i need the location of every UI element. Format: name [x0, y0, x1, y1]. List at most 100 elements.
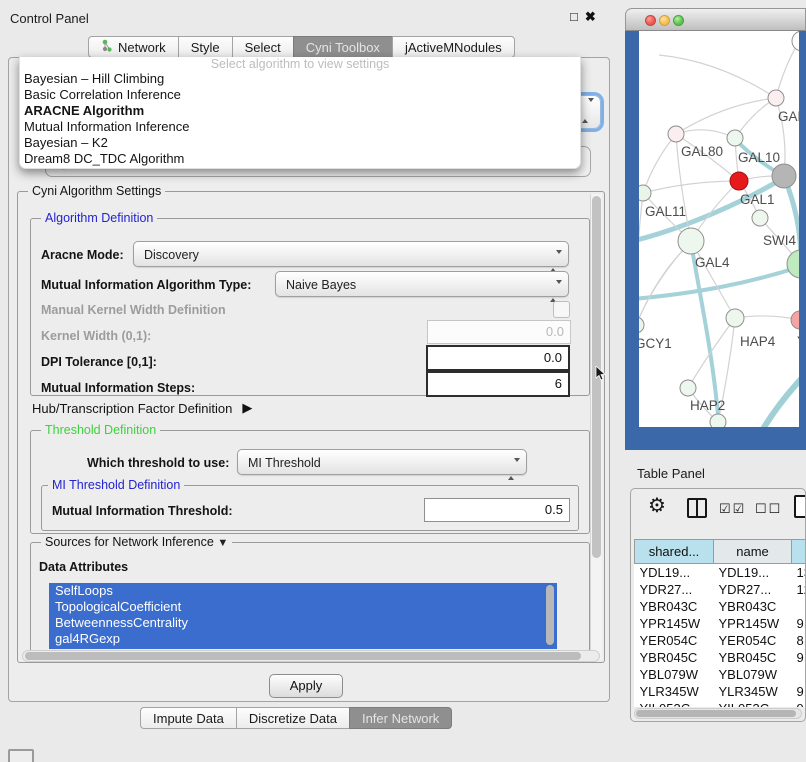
network-canvas[interactable]: GALGAL80GAL10GAL1GAL11GAL4SWI4GCY1HAP4YH…	[639, 31, 799, 427]
scrollbar-thumb[interactable]	[25, 652, 581, 660]
table-row[interactable]: YBL079WYBL079W	[635, 666, 806, 683]
sources-group: Sources for Network Inference ▼ Data Att…	[30, 542, 590, 654]
dropdown-item[interactable]: ARACNE Algorithm	[20, 103, 580, 119]
dropdown-item[interactable]: Bayesian – Hill Climbing	[20, 71, 580, 87]
network-node[interactable]	[639, 317, 644, 333]
table-row[interactable]: YBR045CYBR045C9.	[635, 649, 806, 666]
network-node[interactable]	[639, 185, 651, 201]
network-node[interactable]	[772, 164, 796, 188]
column-header[interactable]: name	[714, 540, 792, 564]
which-threshold-combobox[interactable]: MI Threshold	[237, 449, 527, 475]
tab-style[interactable]: Style	[178, 36, 232, 58]
table-row[interactable]: YER054CYER054C8.	[635, 632, 806, 649]
which-threshold-label: Which threshold to use:	[87, 456, 229, 470]
table-row[interactable]: YLR345WYLR345W9.	[635, 683, 806, 700]
table-cell: YIL053C	[714, 700, 792, 707]
close-panel-icon[interactable]: ✖	[585, 9, 596, 25]
control-panel-window-buttons: □ ✖	[570, 9, 596, 25]
zoom-window-icon[interactable]	[673, 15, 684, 26]
attribute-list-item[interactable]: SelfLoops	[49, 583, 557, 599]
network-node[interactable]	[727, 130, 743, 146]
table-cell: YDL19...	[635, 564, 714, 582]
list-scrollbar-thumb[interactable]	[546, 585, 554, 645]
hub-definition-expander[interactable]: Hub/Transcription Factor Definition ▶	[32, 400, 252, 416]
network-node[interactable]	[726, 309, 744, 327]
network-node[interactable]	[792, 31, 799, 51]
table-cell: YBR045C	[635, 649, 714, 666]
mi-threshold-group: MI Threshold Definition Mutual Informati…	[41, 485, 579, 531]
attribute-list-item[interactable]: gal4RGexp	[49, 631, 557, 647]
table-row[interactable]: YDL19...YDL19...13	[635, 564, 806, 582]
dpi-tolerance-input[interactable]: 0.0	[426, 345, 570, 371]
attribute-list-item[interactable]: TopologicalCoefficient	[49, 599, 557, 615]
close-window-icon[interactable]	[645, 15, 656, 26]
node-label: GAL80	[681, 144, 723, 159]
dropdown-item[interactable]: Bayesian – K2	[20, 135, 580, 151]
combo-stepper-icon	[550, 248, 560, 261]
threshold-definition-title: Threshold Definition	[41, 423, 160, 437]
mi-steps-input[interactable]: 6	[426, 371, 570, 397]
tab-discretize-data[interactable]: Discretize Data	[236, 707, 349, 729]
network-node[interactable]	[730, 172, 748, 190]
mi-type-label: Mutual Information Algorithm Type:	[41, 278, 251, 292]
checked-boxes-icon[interactable]: ☑☑	[719, 501, 746, 517]
split-columns-icon[interactable]	[687, 498, 707, 518]
minimized-panel-icon[interactable]	[8, 749, 34, 762]
table-row[interactable]: YDR27...YDR27...12	[635, 581, 806, 598]
sources-title-text: Sources for Network Inference	[45, 535, 214, 549]
unchecked-boxes-icon[interactable]: ☐☐	[755, 501, 782, 517]
network-window-titlebar[interactable]	[625, 8, 806, 31]
node-label: GAL4	[695, 255, 730, 270]
dropdown-item[interactable]: Basic Correlation Inference	[20, 87, 580, 103]
dropdown-item[interactable]: Dream8 DC_TDC Algorithm	[20, 151, 580, 167]
column-header[interactable]: A	[792, 540, 806, 564]
network-node[interactable]	[791, 311, 799, 329]
minimize-window-icon[interactable]	[659, 15, 670, 26]
tab-network[interactable]: Network	[88, 36, 178, 58]
settings-vertical-scrollbar[interactable]	[590, 194, 602, 660]
tab-infer-network[interactable]: Infer Network	[349, 707, 452, 729]
apply-button[interactable]: Apply	[269, 674, 343, 698]
kernel-width-label: Kernel Width (0,1):	[41, 329, 151, 343]
tab-impute-data[interactable]: Impute Data	[140, 707, 236, 729]
control-panel-tabbar: NetworkStyleSelectCyni ToolboxjActiveMNo…	[88, 36, 515, 58]
table-cell: YBR045C	[714, 649, 792, 666]
network-node[interactable]	[787, 250, 799, 278]
manual-kernel-checkbox[interactable]	[553, 301, 570, 318]
tab-cyni-toolbox[interactable]: Cyni Toolbox	[293, 36, 392, 58]
network-node[interactable]	[768, 90, 784, 106]
expand-down-icon[interactable]: ▼	[217, 537, 228, 549]
network-view-window: GALGAL80GAL10GAL1GAL11GAL4SWI4GCY1HAP4YH…	[625, 8, 806, 450]
network-node[interactable]	[678, 228, 704, 254]
kernel-width-input[interactable]: 0.0	[427, 320, 571, 344]
algorithm-dropdown-popup: Select algorithm to view settings Bayesi…	[19, 57, 581, 169]
column-header[interactable]: shared...	[635, 540, 714, 564]
table-horizontal-scrollbar[interactable]	[634, 708, 802, 719]
scrollbar-thumb[interactable]	[636, 710, 796, 717]
attribute-list-item[interactable]: BetweennessCentrality	[49, 615, 557, 631]
table-row[interactable]: YIL053CYIL053C9.	[635, 700, 806, 707]
node-label: GAL	[778, 109, 799, 124]
settings-horizontal-scrollbar[interactable]	[22, 650, 600, 662]
table-row[interactable]: YPR145WYPR145W9.	[635, 615, 806, 632]
network-node[interactable]	[752, 210, 768, 226]
gear-icon[interactable]: ⚙	[648, 493, 666, 518]
network-node[interactable]	[668, 126, 684, 142]
table-row[interactable]: YBR043CYBR043C	[635, 598, 806, 615]
float-window-icon[interactable]: □	[570, 9, 578, 25]
expand-right-icon: ▶	[242, 400, 252, 416]
table-cell: 9.	[792, 649, 806, 666]
document-icon[interactable]	[794, 495, 806, 518]
network-node[interactable]	[710, 414, 726, 427]
data-attributes-list[interactable]: SelfLoopsTopologicalCoefficientBetweenne…	[49, 583, 557, 649]
dropdown-item[interactable]: Mutual Information Inference	[20, 119, 580, 135]
mi-threshold-input[interactable]: 0.5	[424, 498, 570, 522]
control-panel-title: Control Panel	[10, 11, 89, 26]
network-node[interactable]	[680, 380, 696, 396]
network-window-frame: GALGAL80GAL10GAL1GAL11GAL4SWI4GCY1HAP4YH…	[625, 31, 806, 450]
table-cell: YPR145W	[714, 615, 792, 632]
tab-jactivemnodules[interactable]: jActiveMNodules	[392, 36, 515, 58]
aracne-mode-combobox[interactable]: Discovery	[133, 241, 569, 267]
mi-type-combobox[interactable]: Naive Bayes	[275, 271, 569, 297]
tab-select[interactable]: Select	[232, 36, 293, 58]
